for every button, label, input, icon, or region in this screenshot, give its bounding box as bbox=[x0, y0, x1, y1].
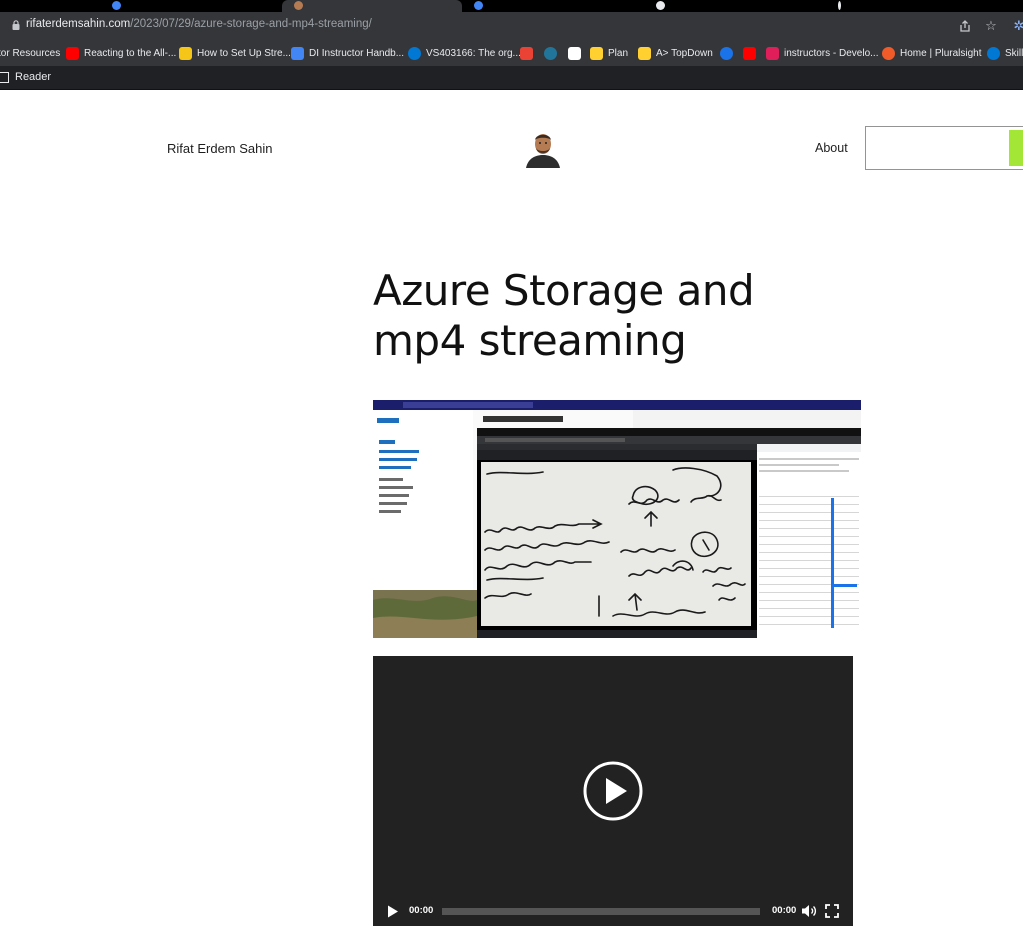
bookmark-favicon-icon bbox=[720, 46, 733, 60]
bookmark-label: Home | Pluralsight bbox=[900, 47, 982, 59]
site-logo-avatar[interactable] bbox=[522, 128, 564, 168]
bookmark-label: instructors - Develo... bbox=[784, 47, 879, 59]
bookmark-label: A> TopDown bbox=[656, 47, 713, 59]
url-text[interactable]: rifaterdemsahin.com/2023/07/29/azure-sto… bbox=[26, 18, 372, 30]
reader-label[interactable]: Reader bbox=[15, 71, 51, 83]
slack-icon bbox=[766, 46, 779, 60]
cloud-icon bbox=[987, 46, 1000, 60]
wix-icon bbox=[568, 46, 581, 60]
search-input[interactable] bbox=[865, 126, 1023, 170]
azure-devops-icon bbox=[408, 46, 421, 60]
bookmark-item[interactable]: Skills bbox=[987, 45, 1023, 61]
bookmark-item[interactable]: VS403166: The org... bbox=[408, 45, 521, 61]
url-host: rifaterdemsahin.com bbox=[26, 18, 131, 30]
url-path: /2023/07/29/azure-storage-and-mp4-stream… bbox=[130, 18, 372, 30]
google-docs-icon bbox=[291, 46, 304, 60]
featured-image[interactable] bbox=[373, 400, 861, 638]
tab-favicon-icon bbox=[656, 1, 665, 10]
lock-icon bbox=[12, 20, 20, 30]
bookmark-label: Reacting to the All-... bbox=[84, 47, 177, 59]
nav-about-link[interactable]: About bbox=[815, 141, 848, 155]
share-icon[interactable] bbox=[958, 19, 972, 33]
search-button[interactable] bbox=[1009, 130, 1023, 166]
bookmark-favicon-icon bbox=[179, 46, 192, 60]
video-duration: 00:00 bbox=[772, 905, 797, 916]
video-controls: 00:00 00:00 bbox=[373, 896, 853, 926]
bookmark-item[interactable]: Plan bbox=[590, 45, 628, 61]
video-current-time: 00:00 bbox=[409, 905, 434, 916]
gmail-icon bbox=[520, 46, 533, 60]
youtube-icon bbox=[743, 46, 756, 60]
bookmark-star-icon[interactable]: ☆ bbox=[984, 19, 998, 33]
play-overlay-icon[interactable] bbox=[582, 760, 644, 822]
bookmark-item[interactable] bbox=[544, 45, 562, 61]
volume-icon[interactable] bbox=[801, 904, 817, 918]
bookmark-label: How to Set Up Stre... bbox=[197, 47, 291, 59]
bookmark-label: VS403166: The org... bbox=[426, 47, 521, 59]
miro-icon bbox=[638, 46, 651, 60]
bookmark-item[interactable]: DI Instructor Handb... bbox=[291, 45, 404, 61]
bookmark-item[interactable] bbox=[568, 45, 586, 61]
miro-icon bbox=[590, 46, 603, 60]
youtube-icon bbox=[66, 46, 79, 60]
bookmark-label: Plan bbox=[608, 47, 629, 59]
browser-tab[interactable] bbox=[100, 0, 280, 12]
bookmark-label: tor Resources bbox=[0, 47, 61, 59]
bookmark-label: DI Instructor Handb... bbox=[309, 47, 405, 59]
tab-favicon-icon bbox=[294, 1, 303, 10]
bookmark-item[interactable]: How to Set Up Stre... bbox=[179, 45, 291, 61]
tab-favicon-icon bbox=[474, 1, 483, 10]
bookmark-item[interactable] bbox=[743, 45, 761, 61]
bookmark-item[interactable]: A> TopDown bbox=[638, 45, 713, 61]
pluralsight-icon bbox=[882, 46, 895, 60]
bookmark-item[interactable]: Home | Pluralsight bbox=[882, 45, 982, 61]
wordpress-icon bbox=[544, 46, 557, 60]
fullscreen-icon[interactable] bbox=[825, 904, 839, 918]
bookmark-item[interactable] bbox=[720, 45, 738, 61]
bookmark-item[interactable]: instructors - Develo... bbox=[766, 45, 878, 61]
browser-tab[interactable] bbox=[464, 0, 644, 12]
post-title: Azure Storage and mp4 streaming bbox=[373, 266, 755, 365]
browser-tab[interactable] bbox=[646, 0, 826, 12]
bookmark-item[interactable]: tor Resources bbox=[0, 45, 60, 61]
bookmark-label: Skills bbox=[1005, 47, 1023, 59]
play-icon[interactable] bbox=[387, 905, 399, 918]
tab-favicon-icon bbox=[838, 1, 841, 10]
address-bar[interactable]: rifaterdemsahin.com/2023/07/29/azure-sto… bbox=[0, 12, 1023, 40]
browser-tab-strip bbox=[0, 0, 1023, 12]
video-progress-bar[interactable] bbox=[442, 908, 760, 915]
bookmark-item[interactable] bbox=[520, 45, 538, 61]
browser-tab[interactable] bbox=[828, 0, 1023, 12]
bookmarks-bar: tor Resources Reacting to the All-... Ho… bbox=[0, 40, 1023, 66]
reader-toolbar: Reader bbox=[0, 66, 1023, 90]
featured-image-screenshot bbox=[373, 400, 861, 638]
tab-favicon-icon bbox=[112, 1, 121, 10]
bookmark-item[interactable]: Reacting to the All-... bbox=[66, 45, 176, 61]
browser-tab-active[interactable] bbox=[282, 0, 462, 12]
site-title[interactable]: Rifat Erdem Sahin bbox=[167, 141, 273, 156]
extension-icon[interactable]: ✲ bbox=[1012, 19, 1023, 33]
reader-icon bbox=[0, 72, 9, 83]
video-player[interactable]: 00:00 00:00 bbox=[373, 656, 853, 926]
